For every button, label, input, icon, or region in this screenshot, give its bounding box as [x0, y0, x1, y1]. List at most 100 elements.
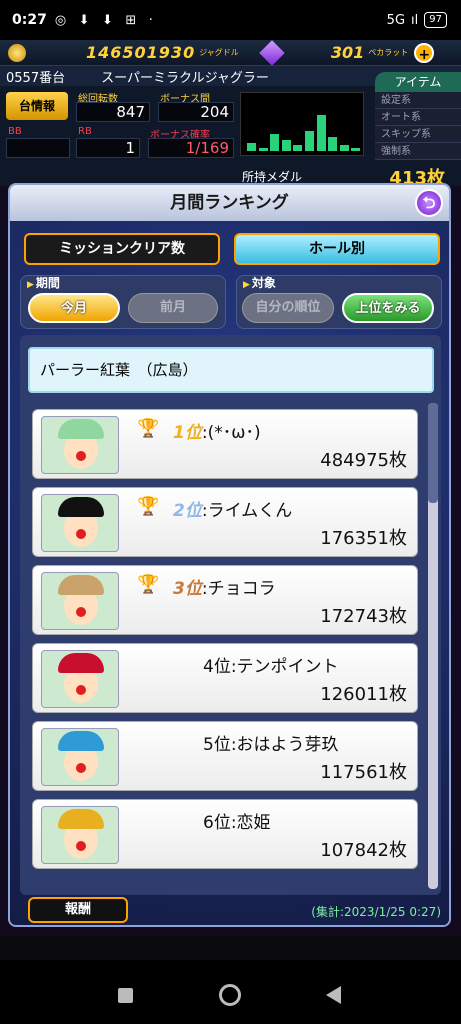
graph-bar	[351, 148, 361, 151]
player-name: :ライムくん	[201, 501, 293, 521]
medal-count: 176351枚	[320, 528, 407, 549]
home-icon[interactable]	[219, 984, 241, 1006]
rank-entry: 3位:チョコラ	[173, 574, 276, 599]
rb-value: 1	[76, 138, 140, 158]
avatar-nose	[76, 841, 86, 851]
period-last-month-button[interactable]: 前月	[128, 293, 218, 323]
rank-number: 1位	[173, 423, 202, 443]
player-name: :テンポイント	[230, 657, 339, 677]
my-rank-button[interactable]: 自分の順位	[242, 293, 334, 323]
trophy-icon: 🏆	[137, 574, 160, 595]
avatar-hat	[58, 809, 104, 829]
rb-label: RB	[78, 126, 92, 137]
medal-count: 117561枚	[320, 762, 407, 783]
player-name: :おはよう芽玖	[230, 735, 339, 755]
bonus-prob-value: 1/169	[148, 138, 234, 158]
bb-label: BB	[8, 126, 22, 137]
hall-name: パーラー紅葉 （広島）	[28, 347, 434, 393]
graph-bar	[328, 137, 338, 151]
recent-apps-icon[interactable]	[118, 988, 133, 1003]
target-label: 対象	[243, 274, 276, 291]
trophy-icon: 🏆	[137, 496, 160, 517]
item-menu: 設定系 オート系 スキップ系 強制系	[375, 92, 461, 160]
medal-count: 107842枚	[320, 840, 407, 861]
add-gems-button[interactable]: +	[414, 42, 435, 63]
trophy-icon: 🏆	[137, 418, 160, 439]
rank-number: 3位	[173, 579, 202, 599]
rank-number: 2位	[173, 501, 202, 521]
period-this-month-button[interactable]: 今月	[28, 293, 120, 323]
coin-balance: 146501930	[86, 43, 196, 62]
back-nav-icon[interactable]	[326, 986, 341, 1004]
machine-name: スーパーミラクルジャグラー	[101, 70, 269, 86]
menu-settings[interactable]: 設定系	[375, 92, 461, 109]
gem-icon	[259, 39, 285, 66]
back-icon[interactable]: ⮌	[415, 189, 443, 217]
player-name: :(*･ω･)	[201, 423, 261, 443]
ranking-row[interactable]: 6位:恋姫 107842枚	[32, 799, 418, 869]
avatar	[41, 728, 119, 786]
network-label: 5G	[386, 12, 406, 28]
download-icon: ⬇	[78, 13, 90, 28]
rank-number: 4位	[203, 657, 231, 677]
tally-timestamp: (集計:2023/1/25 0:27)	[311, 905, 441, 919]
graph-bar	[270, 134, 280, 151]
alarm-icon: ◎	[54, 13, 67, 28]
bb-value	[6, 138, 70, 158]
ranking-modal: 月間ランキング ⮌ ミッションクリア数 ホール別 期間 今月 前月 対象 自分の…	[8, 183, 451, 927]
item-tab[interactable]: アイテム	[375, 72, 461, 92]
coin-unit: ジャグドル	[199, 48, 239, 57]
app-icon: ⊞	[125, 13, 137, 28]
avatar	[41, 806, 119, 864]
avatar-hat	[58, 731, 104, 751]
avatar-nose	[76, 529, 86, 539]
rank-number: 5位	[203, 735, 231, 755]
ranking-row[interactable]: 4位:テンポイント 126011枚	[32, 643, 418, 713]
graph-bar	[305, 131, 314, 151]
player-name: :チョコラ	[201, 579, 276, 599]
player-name: :恋姫	[230, 813, 271, 833]
avatar-hat	[58, 419, 104, 439]
menu-skip[interactable]: スキップ系	[375, 126, 461, 143]
rank-entry: 6位:恋姫	[173, 808, 271, 833]
ranking-row[interactable]: 🏆 1位:(*･ω･) 484975枚	[32, 409, 418, 479]
machine-info-button[interactable]: 台情報	[6, 92, 68, 120]
rank-number: 6位	[203, 813, 231, 833]
ranking-row[interactable]: 🏆 3位:チョコラ 172743枚	[32, 565, 418, 635]
medal-count: 484975枚	[320, 450, 407, 471]
tab-by-hall[interactable]: ホール別	[234, 233, 440, 265]
avatar	[41, 416, 119, 474]
modal-title: 月間ランキング	[170, 193, 289, 213]
scroll-thumb[interactable]	[428, 403, 438, 503]
modal-header: 月間ランキング ⮌	[10, 185, 449, 221]
bonus-interval-value: 204	[158, 102, 234, 122]
graph-bar	[316, 114, 326, 151]
graph-bar	[281, 139, 291, 151]
avatar-hat	[58, 653, 104, 673]
status-bar: 0:27 ◎ ⬇ ⬇ ⊞ · 5G ıl 97	[0, 0, 461, 40]
medal-count: 126011枚	[320, 684, 407, 705]
signal-icon: ıl	[411, 12, 419, 28]
avatar-nose	[76, 451, 86, 461]
avatar-hat	[58, 575, 104, 595]
battery-icon: 97	[424, 12, 447, 28]
menu-force[interactable]: 強制系	[375, 143, 461, 160]
tab-mission-clear[interactable]: ミッションクリア数	[24, 233, 220, 265]
reward-button[interactable]: 報酬	[28, 897, 128, 923]
ranking-row[interactable]: 5位:おはよう芽玖 117561枚	[32, 721, 418, 791]
ranking-scrollbar[interactable]	[428, 403, 438, 889]
system-nav-bar	[0, 960, 461, 1024]
rank-entry: 1位:(*･ω･)	[173, 418, 261, 443]
currency-bar: 146501930 ジャグドル 301 ぺカラット +	[0, 39, 461, 66]
see-top-button[interactable]: 上位をみる	[342, 293, 434, 323]
ranking-row[interactable]: 🏆 2位:ライムくん 176351枚	[32, 487, 418, 557]
graph-bar	[293, 145, 303, 151]
menu-auto[interactable]: オート系	[375, 109, 461, 126]
graph-bar	[339, 145, 349, 151]
status-time: 0:27	[12, 12, 47, 28]
slump-graph	[240, 92, 364, 156]
avatar	[41, 494, 119, 552]
avatar-nose	[76, 685, 86, 695]
machine-number: 0557番台	[6, 70, 66, 86]
graph-bar	[258, 148, 268, 151]
